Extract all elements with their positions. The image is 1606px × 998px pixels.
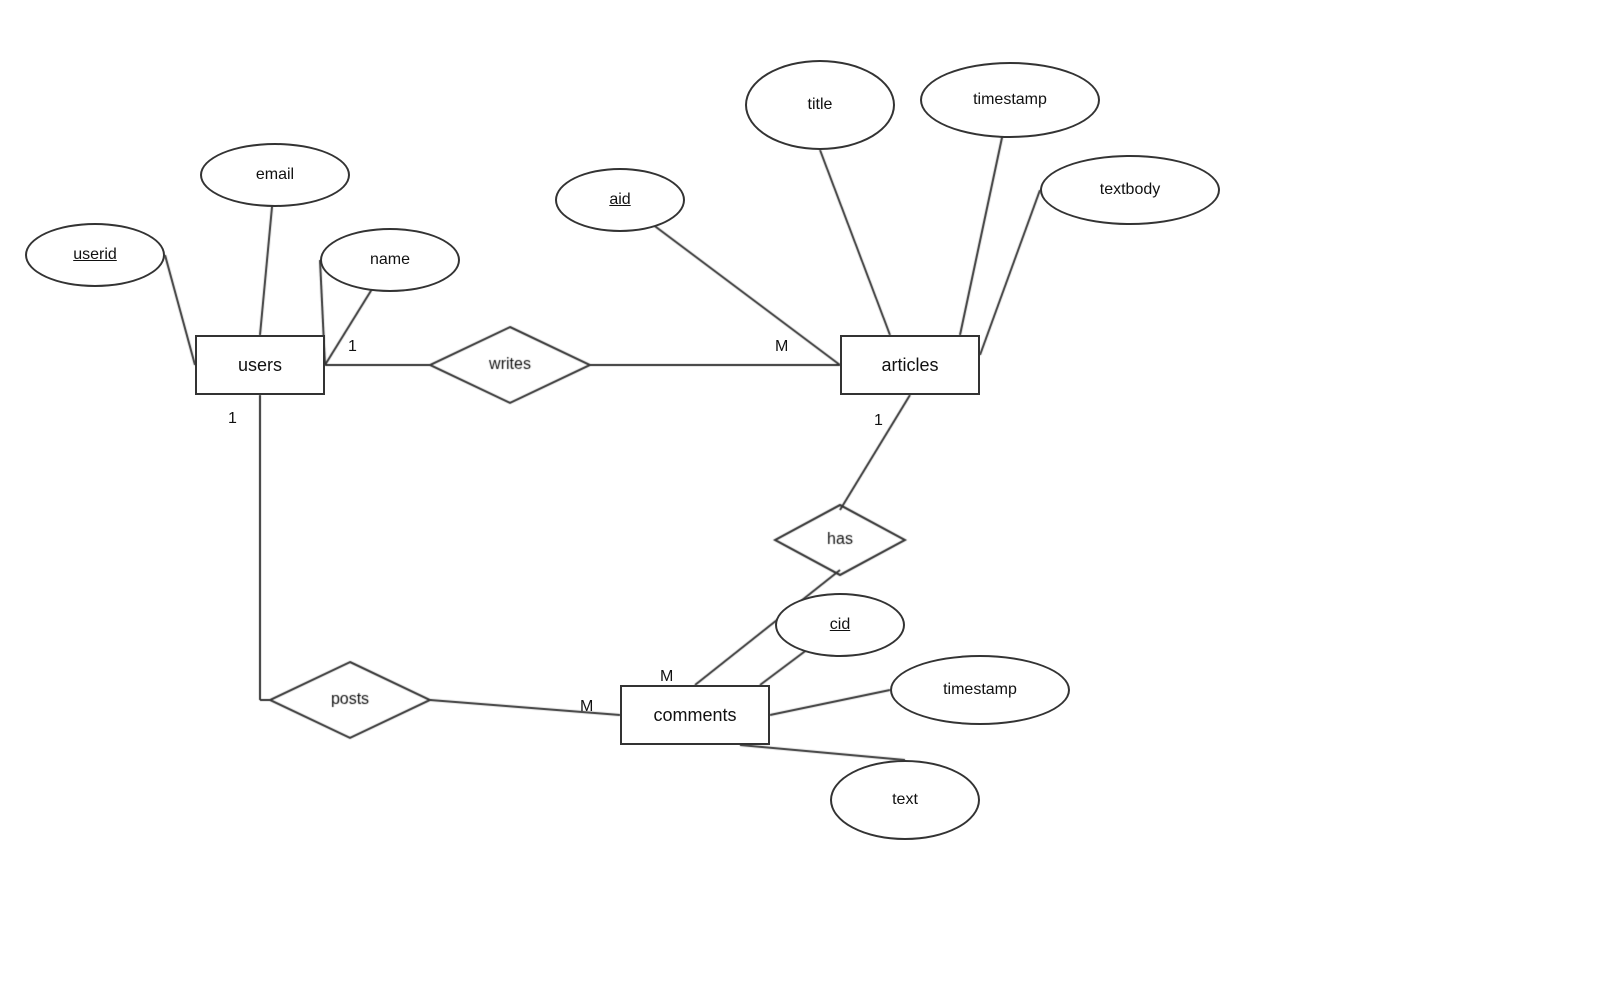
attr-timestamp2: timestamp bbox=[890, 655, 1070, 725]
attr-userid: userid bbox=[25, 223, 165, 287]
card-has-1: 1 bbox=[874, 412, 883, 430]
attr-name: name bbox=[320, 228, 460, 292]
attr-title: title bbox=[745, 60, 895, 150]
attr-cid: cid bbox=[775, 593, 905, 657]
card-posts-m: M bbox=[580, 698, 593, 716]
attr-email: email bbox=[200, 143, 350, 207]
attr-timestamp1: timestamp bbox=[920, 62, 1100, 138]
card-writes-m: M bbox=[775, 338, 788, 356]
attr-text: text bbox=[830, 760, 980, 840]
entity-articles: articles bbox=[840, 335, 980, 395]
attr-textbody: textbody bbox=[1040, 155, 1220, 225]
card-posts-1: 1 bbox=[228, 410, 237, 428]
er-diagram: users articles comments userid email nam… bbox=[0, 0, 1606, 998]
card-writes-1: 1 bbox=[348, 338, 357, 356]
card-has-m: M bbox=[660, 668, 673, 686]
attr-aid: aid bbox=[555, 168, 685, 232]
entity-comments: comments bbox=[620, 685, 770, 745]
entity-users: users bbox=[195, 335, 325, 395]
